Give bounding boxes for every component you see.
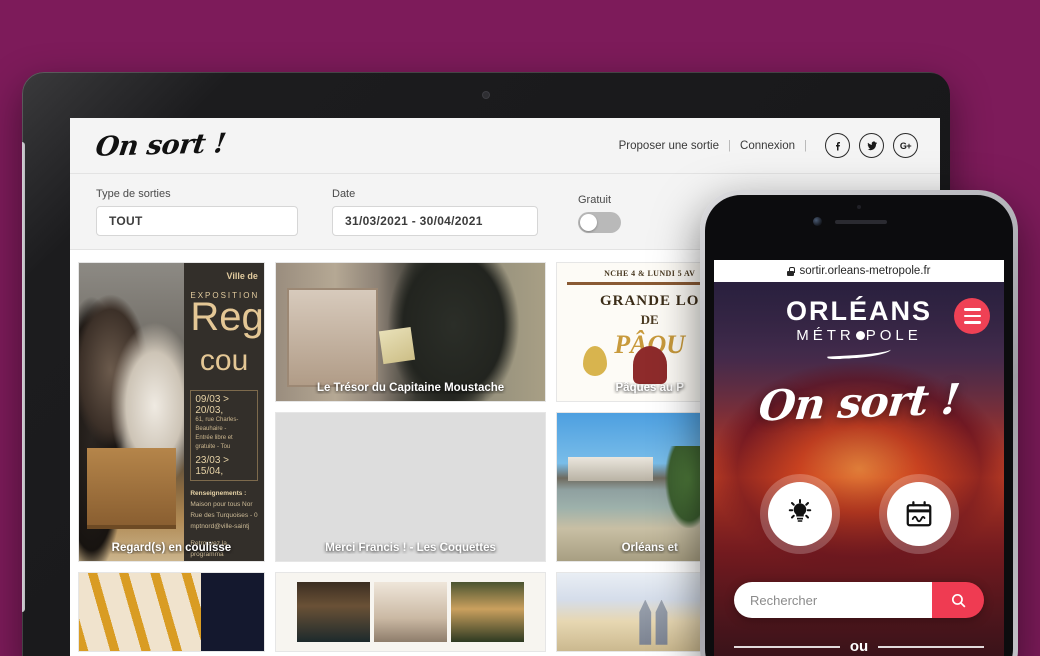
facebook-icon[interactable] [825, 133, 850, 158]
twitter-icon[interactable] [859, 133, 884, 158]
header-nav: Proposer une sortie | Connexion | G+ [619, 133, 918, 158]
card-merci-francis[interactable]: Merci Francis ! - Les Coquettes [274, 412, 547, 562]
phone-earpiece [835, 220, 887, 224]
coquettes-photo [276, 413, 545, 561]
calendar-icon[interactable] [886, 482, 951, 546]
laptop-webcam [483, 92, 489, 98]
poster-info: Renseignements : Maison pour tous Nor Ru… [190, 488, 257, 532]
mobile-hero: ORLÉANS MÉTR POLE On sort ! Rechercher o… [714, 282, 1004, 656]
brand-dot [855, 331, 865, 340]
browser-url-bar[interactable]: sortir.orleans-metropole.fr [714, 260, 1004, 282]
filter-type-select[interactable]: TOUT [96, 206, 298, 236]
phone-sensor [857, 205, 861, 209]
or-label: ou [849, 638, 869, 655]
card-caption: Merci Francis ! - Les Coquettes [325, 542, 496, 554]
card-regards-coulisse[interactable]: Ville de EXPOSITION Reg cou 09/03 > 20/0… [78, 262, 265, 562]
mobile-onsort-logo: On sort ! [756, 374, 962, 431]
portrait-3 [450, 581, 524, 643]
search-input[interactable]: Rechercher [734, 582, 932, 618]
brand-swoosh-icon [826, 346, 892, 360]
nav-separator-2: | [804, 139, 807, 152]
portrait-1 [297, 581, 371, 643]
google-plus-glyph: G+ [899, 140, 912, 151]
laptop-edge-highlight [22, 142, 25, 612]
url-text: sortir.orleans-metropole.fr [799, 265, 931, 277]
site-header: On sort ! Proposer une sortie | Connexio… [70, 118, 940, 174]
site-logo[interactable]: On sort ! [94, 128, 228, 162]
search-button[interactable] [932, 582, 984, 618]
google-plus-icon[interactable]: G+ [893, 133, 918, 158]
grid-column-1: Ville de EXPOSITION Reg cou 09/03 > 20/0… [78, 262, 265, 652]
timber-house-photo [79, 573, 264, 651]
exhibition-poster: Ville de EXPOSITION Reg cou 09/03 > 20/0… [184, 263, 264, 561]
divider-line-right [878, 645, 985, 648]
nav-propose-link[interactable]: Proposer une sortie [619, 140, 719, 152]
toggle-knob [580, 214, 597, 231]
phone-face: sortir.orleans-metropole.fr ORLÉANS MÉTR… [705, 195, 1013, 656]
burger-line-1 [963, 308, 981, 311]
filter-date-label: Date [332, 188, 356, 200]
poster-info-2: Rue des Turquoises - 0 [190, 512, 258, 520]
filter-date-input[interactable]: 31/03/2021 - 30/04/2021 [332, 206, 538, 236]
filter-free-group: Gratuit [578, 188, 621, 233]
poster-info-3: mptnord@ville-saintj [190, 523, 250, 531]
card-caption: Regard(s) en coulisse [111, 542, 232, 554]
divider-line-left [734, 645, 840, 648]
grid-column-2: Le Trésor du Capitaine Moustache Merci F… [274, 262, 547, 652]
burger-line-2 [963, 314, 981, 318]
easter-egg-shape [583, 346, 608, 377]
pirate-photo [275, 263, 546, 401]
phone-front-camera [813, 217, 822, 226]
poster-address-1: 61, rue Charles-Beauhaire - [195, 417, 239, 432]
filter-free-label: Gratuit [578, 194, 612, 206]
poster-title-2: cou [199, 344, 249, 377]
card-timber-house[interactable] [78, 572, 265, 652]
brand-metropole-b: POLE [865, 327, 922, 344]
search-icon [951, 593, 965, 607]
lightbulb-icon[interactable] [767, 482, 832, 546]
poster-dates: 09/03 > 20/03, 61, rue Charles-Beauhaire… [190, 390, 258, 481]
filter-type-label: Type de sorties [96, 188, 171, 200]
filter-free-toggle[interactable] [578, 212, 621, 233]
card-portraits[interactable] [274, 572, 547, 652]
burger-line-3 [963, 321, 981, 324]
phone-screen: sortir.orleans-metropole.fr ORLÉANS MÉTR… [714, 260, 1004, 656]
poster-date-1: 09/03 > 20/03, [195, 394, 230, 416]
nav-login-link[interactable]: Connexion [740, 140, 795, 152]
poster-title-1: Reg [190, 295, 264, 339]
poster-date-2: 23/03 > 15/04, [195, 455, 230, 477]
mobile-search-bar: Rechercher [734, 582, 984, 618]
portraits-photo [275, 573, 546, 651]
nav-separator-1: | [728, 139, 732, 152]
mobile-action-buttons [714, 482, 1004, 546]
poster-ville: Ville de [226, 271, 258, 281]
brand-metropole-a: MÉTR [796, 327, 855, 344]
filter-date-group: Date 31/03/2021 - 30/04/2021 [332, 188, 538, 236]
filter-type-group: Type de sorties TOUT [96, 188, 298, 236]
portrait-2 [374, 581, 447, 643]
card-caption: Le Trésor du Capitaine Moustache [316, 382, 505, 394]
museum-photo [79, 263, 185, 561]
poster-info-1: Maison pour tous Nor [190, 501, 253, 509]
phone-device: sortir.orleans-metropole.fr ORLÉANS MÉTR… [700, 190, 1018, 656]
easter-bell-shape [632, 346, 667, 385]
poster-address-2: Entrée libre et gratuite - Tou [195, 435, 233, 450]
or-divider: ou [734, 638, 985, 655]
hamburger-menu-icon[interactable] [954, 298, 990, 334]
lock-icon [787, 266, 795, 276]
poster-info-title: Renseignements : [190, 490, 247, 497]
card-tresor-capitaine[interactable]: Le Trésor du Capitaine Moustache [274, 262, 547, 402]
